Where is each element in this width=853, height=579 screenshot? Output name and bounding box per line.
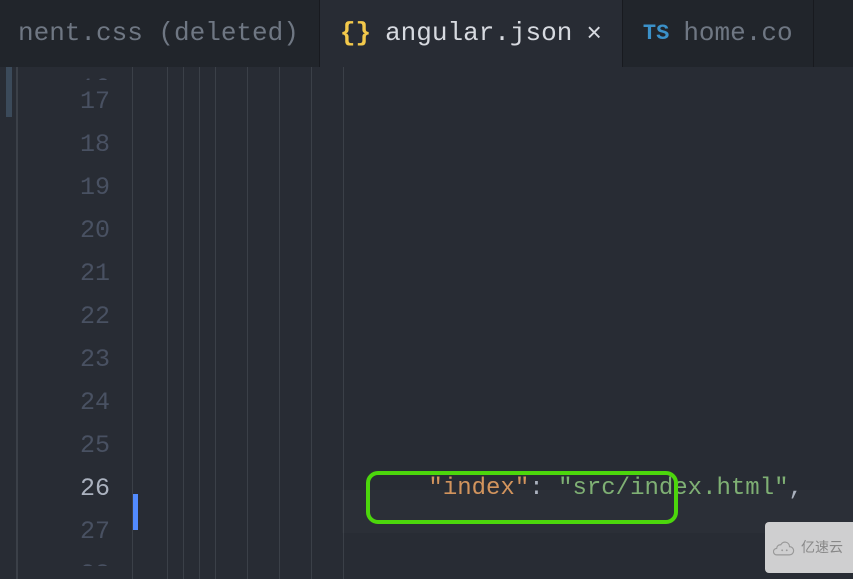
tab-home-component[interactable]: TS home.co — [623, 0, 814, 67]
change-decoration-strip — [0, 67, 18, 579]
close-icon[interactable]: × — [586, 21, 602, 47]
ts-file-icon: TS — [643, 12, 669, 55]
modified-marker — [6, 67, 12, 117]
line-number: 23 — [18, 338, 110, 381]
line-number: 21 — [18, 252, 110, 295]
tab-nent-css-deleted[interactable]: nent.css (deleted) — [0, 0, 320, 67]
line-number: 16 — [18, 67, 110, 80]
line-number: 20 — [18, 209, 110, 252]
line-number: 19 — [18, 166, 110, 209]
code-line[interactable]: "outputPath": "dist/DemoSite01 — [342, 282, 853, 295]
cloud-icon — [773, 537, 795, 559]
line-number: 17 — [18, 80, 110, 123]
tab-label: nent.css (deleted) — [18, 12, 299, 55]
tab-label: angular.json — [385, 12, 572, 55]
code-area[interactable]: "outputPath": "dist/DemoSite01 "index": … — [342, 67, 853, 579]
line-number: 25 — [18, 424, 110, 467]
indent-guides — [132, 67, 342, 579]
line-number: 24 — [18, 381, 110, 424]
line-number: 22 — [18, 295, 110, 338]
json-file-icon: {} — [340, 12, 371, 55]
watermark-text: 亿速云 — [801, 526, 843, 569]
tab-angular-json[interactable]: {} angular.json × — [320, 0, 623, 67]
code-line[interactable]: "index": "src/index.html", — [342, 424, 853, 467]
watermark: 亿速云 — [765, 522, 853, 573]
line-number: 27 — [18, 510, 110, 553]
line-number: 18 — [18, 123, 110, 166]
line-number: 26 — [18, 467, 110, 510]
editor[interactable]: 16 17 18 19 20 21 22 23 24 25 26 27 28 "… — [0, 67, 853, 579]
line-number: 28 — [18, 553, 110, 566]
line-number-gutter: 16 17 18 19 20 21 22 23 24 25 26 27 28 — [18, 67, 132, 579]
tab-label: home.co — [683, 12, 792, 55]
tab-bar: nent.css (deleted) {} angular.json × TS … — [0, 0, 853, 67]
